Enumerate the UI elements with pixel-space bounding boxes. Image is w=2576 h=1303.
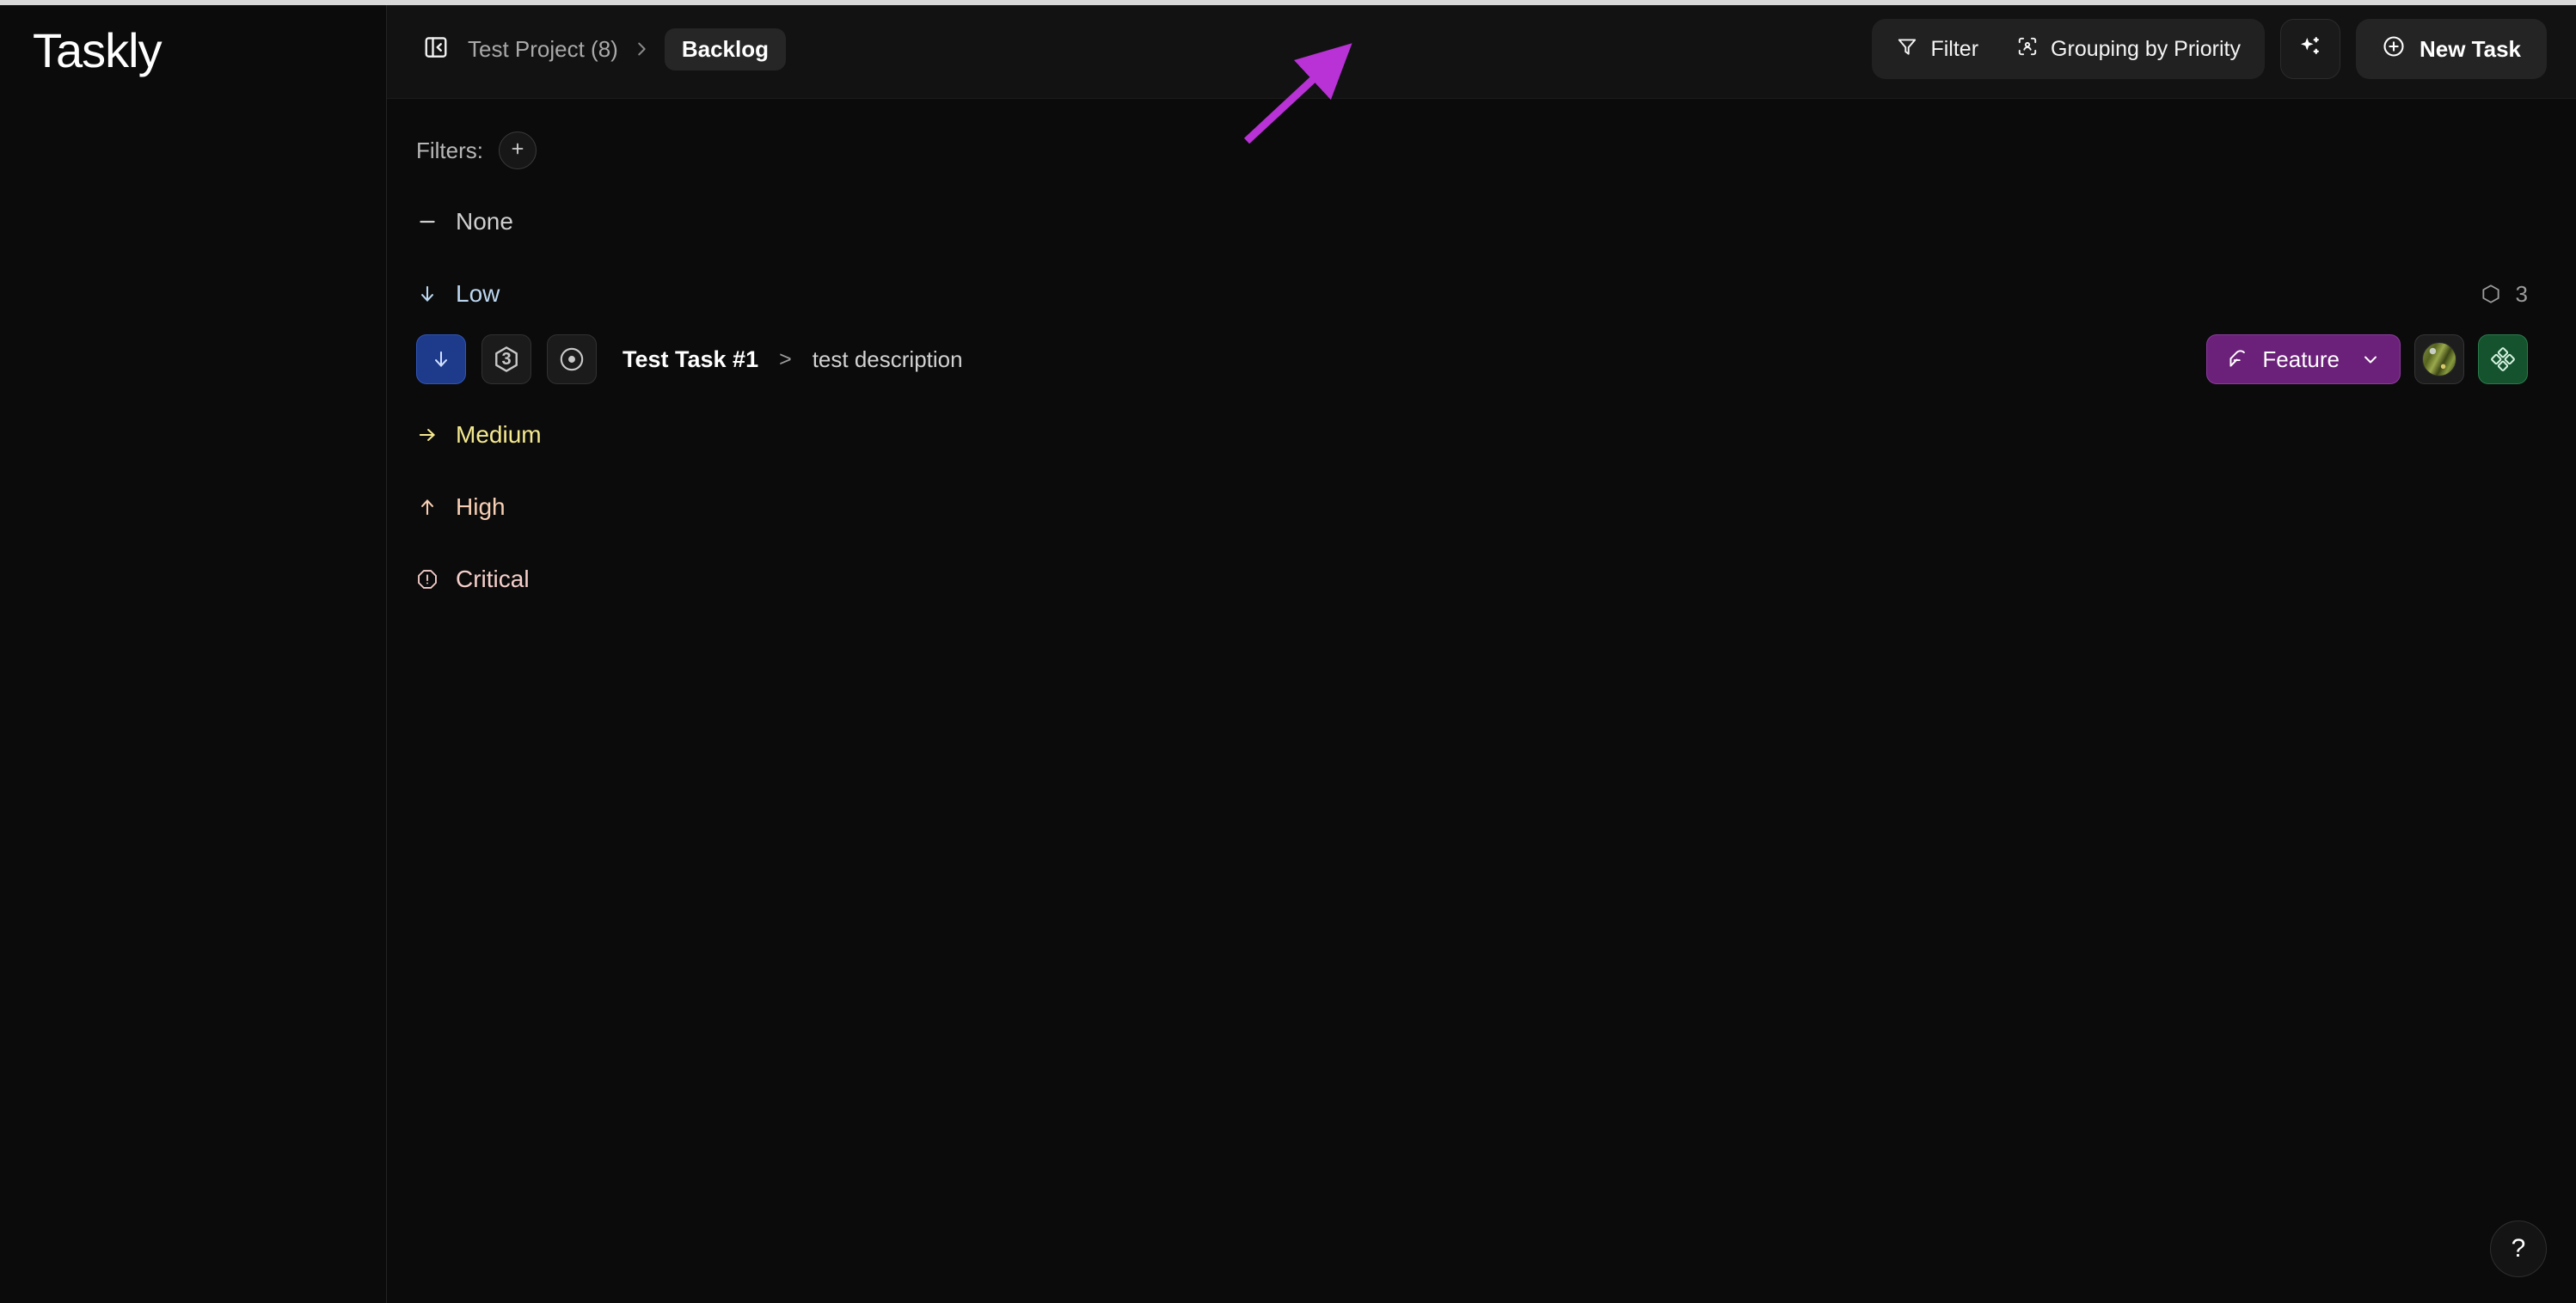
sidebar-collapse-button[interactable] (416, 29, 456, 69)
funnel-icon (1896, 35, 1918, 64)
filters-label: Filters: (416, 137, 483, 163)
backlog-content: Filters: None Low 3 3 Test Task #1 > tes… (387, 99, 2576, 1303)
breadcrumb-parent[interactable]: Test Project (8) (468, 36, 618, 63)
arrow-right-icon (416, 424, 439, 446)
group-header[interactable]: None (416, 200, 2547, 243)
grouping-button[interactable]: Grouping by Priority (1997, 24, 2260, 74)
topbar-actions: Filter Grouping by Priority New Task (1872, 19, 2547, 79)
diamonds-icon (2490, 346, 2516, 372)
task-title[interactable]: Test Task #1 (623, 346, 758, 373)
task-description: test description (812, 346, 963, 372)
group-header[interactable]: High (416, 486, 2547, 529)
octagon-alert-icon (416, 568, 439, 590)
question-mark-icon: ? (2511, 1234, 2526, 1263)
chevron-right-icon (632, 40, 651, 58)
panel-collapse-left-icon (423, 34, 449, 64)
add-filter-button[interactable] (499, 132, 537, 169)
circle-dot-icon (557, 345, 586, 374)
filter-button[interactable]: Filter (1877, 24, 1997, 74)
priority-group-critical: Critical (416, 558, 2547, 601)
group-label: High (456, 493, 506, 520)
arrow-down-icon (430, 348, 452, 370)
view-controls-group: Filter Grouping by Priority (1872, 19, 2265, 79)
task-points-button[interactable]: 3 (481, 334, 531, 384)
task-status-button[interactable] (547, 334, 597, 384)
hexagon-icon (2480, 283, 2502, 305)
app-root: Taskly.pm Test Project (0, 0, 2576, 1303)
group-label: Critical (456, 566, 530, 592)
task-row-actions: Feature (2206, 334, 2528, 384)
group-label: Low (456, 280, 500, 307)
table-row[interactable]: 3 Test Task #1 > test description Featur… (416, 334, 2547, 384)
group-frame-icon (2016, 35, 2039, 64)
grouping-button-label: Grouping by Priority (2051, 36, 2241, 61)
avatar (2422, 342, 2456, 376)
group-header[interactable]: Critical (416, 558, 2547, 601)
help-button[interactable]: ? (2490, 1220, 2547, 1277)
chevron-down-icon (2360, 349, 2381, 370)
group-header[interactable]: Low 3 (416, 272, 2547, 315)
sidebar: Taskly.pm Test Project (0, 0, 387, 1303)
task-points-value: 3 (501, 349, 512, 369)
topbar: Test Project (8) Backlog Filter Grouping… (387, 0, 2576, 99)
task-type-label: Feature (2262, 346, 2340, 372)
group-points-total: 3 (2480, 281, 2547, 308)
priority-group-none: None (416, 200, 2547, 243)
filters-row: Filters: (416, 130, 2547, 171)
group-points-value: 3 (2515, 280, 2528, 307)
priority-group-low: Low 3 3 Test Task #1 > test description … (416, 272, 2547, 384)
group-label: Medium (456, 421, 542, 448)
feather-icon (2226, 348, 2248, 370)
ai-sparkles-button[interactable] (2279, 19, 2340, 79)
group-label: None (456, 208, 513, 235)
breadcrumb: Test Project (8) Backlog (456, 28, 786, 70)
sparkles-icon (2297, 34, 2323, 64)
priority-group-high: High (416, 486, 2547, 529)
arrow-up-icon (416, 496, 439, 518)
task-label-button[interactable] (2478, 334, 2528, 384)
filter-button-label: Filter (1930, 36, 1979, 61)
arrow-down-icon (416, 283, 439, 305)
brand-name: Taskly (33, 25, 163, 1303)
new-task-button-label: New Task (2419, 35, 2521, 62)
priority-group-medium: Medium (416, 413, 2547, 456)
task-separator: > (779, 346, 792, 371)
plus-icon (508, 139, 527, 162)
minus-icon (416, 211, 439, 233)
new-task-button[interactable]: New Task (2355, 19, 2547, 79)
brand-logo[interactable]: Taskly.pm (0, 0, 386, 1303)
task-assignee-button[interactable] (2414, 334, 2464, 384)
task-priority-button[interactable] (416, 334, 466, 384)
breadcrumb-current[interactable]: Backlog (664, 28, 786, 70)
plus-circle-icon (2382, 34, 2406, 64)
group-header[interactable]: Medium (416, 413, 2547, 456)
main-area: Test Project (8) Backlog Filter Grouping… (387, 0, 2576, 1303)
window-titlebar-strip (0, 0, 2576, 5)
task-type-dropdown[interactable]: Feature (2206, 334, 2401, 384)
